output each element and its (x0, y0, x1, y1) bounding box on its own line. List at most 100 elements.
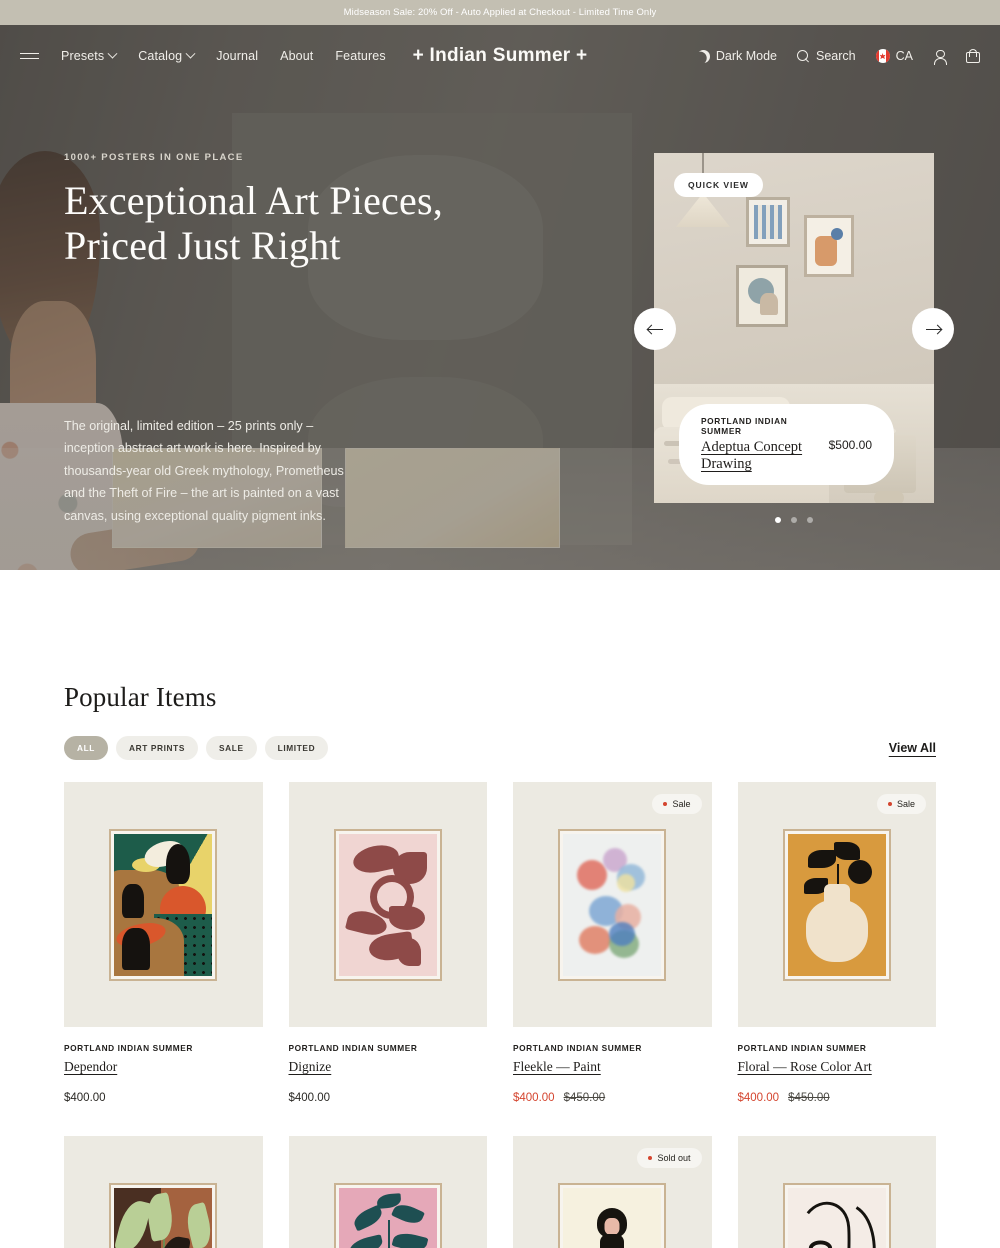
product-title[interactable]: Dignize (289, 1059, 332, 1075)
announcement-text: Midseason Sale: 20% Off - Auto Applied a… (343, 7, 657, 18)
product-title[interactable]: Fleekle — Paint (513, 1059, 601, 1075)
product-vendor: PORTLAND INDIAN SUMMER (737, 1043, 867, 1053)
product-price-compare: $450.00 (563, 1092, 606, 1104)
product-frame (109, 828, 218, 981)
search-icon (797, 49, 810, 63)
filter-chip-limited[interactable]: LIMITED (264, 736, 329, 760)
arrow-right-icon (925, 325, 941, 334)
badge-dot-icon (663, 802, 668, 806)
product-price-current: $400.00 (64, 1092, 106, 1104)
product-thumbnail[interactable] (288, 782, 487, 1027)
product-artwork (563, 833, 662, 976)
badge-label: Sold out (657, 1153, 691, 1163)
view-all-link[interactable]: View All (889, 741, 936, 755)
product-card (64, 1136, 263, 1248)
status-badge: Sold out (637, 1148, 702, 1168)
hero-section: Presets Catalog Journal About Features +… (0, 25, 1000, 570)
hero-title-line-2: Priced Just Right (64, 222, 341, 268)
product-frame (558, 828, 667, 981)
product-price-current: $400.00 (513, 1092, 555, 1104)
product-thumbnail[interactable]: Sale (737, 782, 936, 1027)
badge-dot-icon (648, 1156, 653, 1160)
product-price-current: $400.00 (737, 1092, 780, 1104)
product-price: $400.00 (64, 1092, 263, 1104)
hero-product-vendor: PORTLAND INDIAN SUMMER (701, 416, 788, 436)
product-artwork (114, 833, 213, 976)
announcement-bar: Midseason Sale: 20% Off - Auto Applied a… (0, 0, 1000, 25)
slide-wall-art-1 (746, 197, 790, 247)
product-price: $400.00 $450.00 (738, 1092, 937, 1104)
carousel-dot-2[interactable] (791, 517, 797, 523)
hero-title: Exceptional Art Pieces, Priced Just Righ… (64, 178, 484, 269)
product-card: Sale PORTLAND INDIAN SUMMER Floral — Ros… (737, 782, 937, 1104)
slide-shoe (874, 491, 904, 503)
hero-product-info: PORTLAND INDIAN SUMMER Adeptua Concept D… (701, 416, 803, 473)
slide-wall-art-3 (804, 215, 854, 277)
status-badge: Sale (652, 794, 702, 814)
product-artwork (338, 833, 437, 976)
popular-items-section: Popular Items ALL ART PRINTS SALE LIMITE… (0, 570, 1000, 1248)
product-frame (333, 828, 442, 981)
hero-product-title[interactable]: Adeptua Concept Drawing (701, 439, 803, 473)
product-thumbnail[interactable]: Sale (513, 782, 712, 1027)
product-frame (782, 1182, 891, 1248)
product-vendor: PORTLAND INDIAN SUMMER (64, 1043, 193, 1053)
product-thumbnail[interactable] (737, 1136, 936, 1248)
page-root: Midseason Sale: 20% Off - Auto Applied a… (0, 0, 1000, 1248)
arrow-left-icon (647, 325, 663, 334)
filter-chips: ALL ART PRINTS SALE LIMITED (64, 736, 329, 760)
hero-description: The original, limited edition – 25 print… (64, 419, 344, 523)
canada-flag-icon (875, 49, 890, 63)
carousel-pagination (654, 517, 934, 523)
person-icon[interactable] (933, 49, 947, 65)
product-card: PORTLAND INDIAN SUMMER Dignize $400.00 (288, 782, 488, 1104)
product-frame (782, 828, 891, 981)
filter-chip-sale[interactable]: SALE (206, 736, 257, 760)
page-title: Popular Items (64, 682, 217, 712)
product-frame (109, 1182, 218, 1248)
badge-label: Sale (672, 799, 691, 809)
badge-label: Sale (896, 799, 915, 809)
bag-icon[interactable] (966, 49, 980, 63)
product-thumbnail[interactable] (64, 1136, 263, 1248)
site-header: Presets Catalog Journal About Features +… (0, 25, 1000, 87)
filter-chip-all[interactable]: ALL (64, 736, 108, 760)
product-card: Sold out (513, 1136, 712, 1248)
hero-slide[interactable]: QUICK VIEW PORTLAND INDIAN SUMMER Adeptu… (654, 153, 934, 503)
product-artwork (787, 833, 886, 976)
hero-eyebrow: 1000+ POSTERS IN ONE PLACE (64, 152, 244, 163)
hero-title-line-1: Exceptional Art Pieces, (64, 178, 443, 223)
site-logo[interactable]: + Indian Summer + (0, 45, 1000, 67)
hero-product-card[interactable]: PORTLAND INDIAN SUMMER Adeptua Concept D… (679, 404, 894, 485)
product-price-compare: $450.00 (788, 1092, 830, 1104)
filter-chip-art-prints[interactable]: ART PRINTS (116, 736, 199, 760)
product-grid: PORTLAND INDIAN SUMMER Dependor $400.00 (64, 782, 936, 1248)
product-card (737, 1136, 936, 1248)
product-frame (558, 1182, 667, 1248)
product-thumbnail[interactable]: Sold out (513, 1136, 712, 1248)
product-vendor: PORTLAND INDIAN SUMMER (288, 1043, 418, 1053)
product-thumbnail[interactable] (288, 1136, 487, 1248)
status-badge: Sale (876, 794, 926, 814)
product-title[interactable]: Floral — Rose Color Art (738, 1059, 872, 1075)
product-price: $400.00 (289, 1092, 488, 1104)
hero-product-price: $500.00 (828, 437, 872, 452)
product-thumbnail[interactable] (64, 782, 263, 1027)
carousel-dot-3[interactable] (807, 517, 813, 523)
carousel-prev-button[interactable] (634, 308, 676, 350)
line-art-face (806, 1201, 876, 1248)
carousel-next-button[interactable] (912, 308, 954, 350)
product-artwork (787, 1187, 886, 1248)
carousel-dot-1[interactable] (775, 517, 781, 523)
quick-view-button[interactable]: QUICK VIEW (674, 173, 763, 197)
product-artwork (563, 1187, 662, 1248)
product-title[interactable]: Dependor (64, 1059, 117, 1075)
badge-dot-icon (887, 802, 892, 806)
product-card (288, 1136, 487, 1248)
product-card: PORTLAND INDIAN SUMMER Dependor $400.00 (64, 782, 263, 1104)
slide-wall-art-2 (736, 265, 788, 327)
product-price-current: $400.00 (288, 1092, 331, 1104)
moon-icon (697, 50, 710, 63)
product-artwork (338, 1187, 437, 1248)
filters-row: ALL ART PRINTS SALE LIMITED View All (64, 736, 936, 760)
